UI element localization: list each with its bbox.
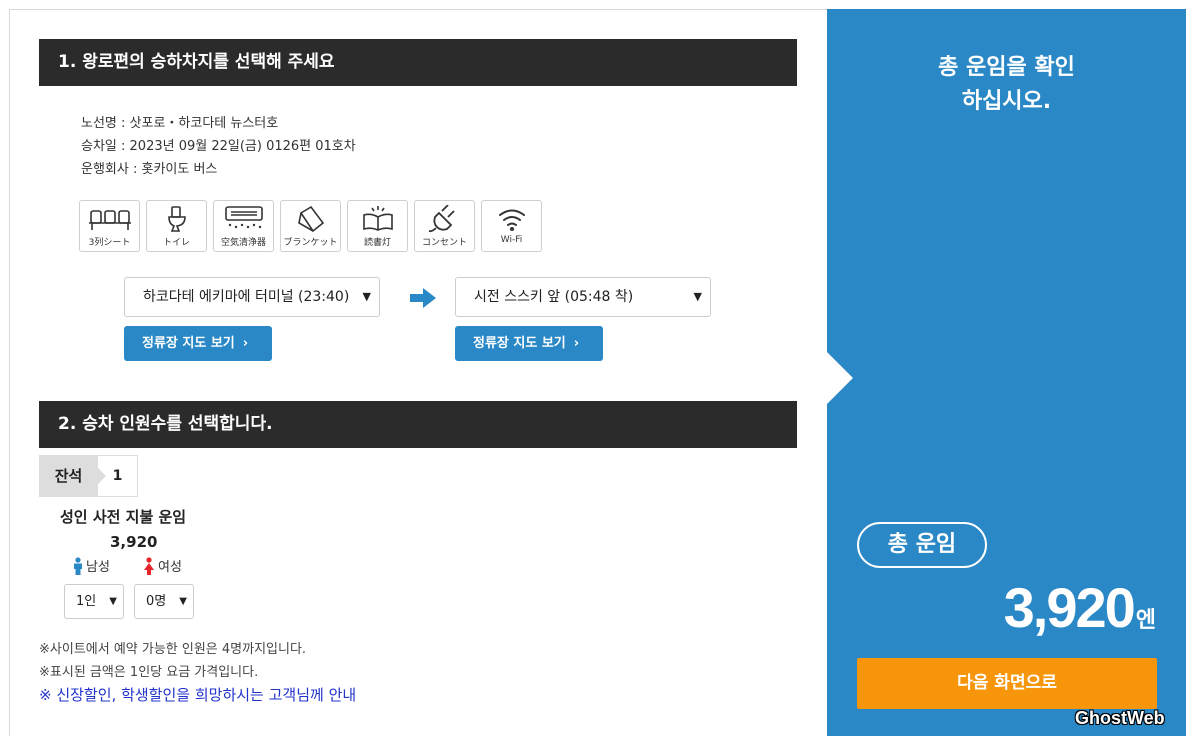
amenity-label: ブランケット [283, 238, 338, 248]
amenity-power-outlet: コンセント [414, 200, 475, 252]
male-count-select[interactable]: 1인 ▼ [64, 584, 124, 619]
power-outlet-icon [428, 205, 455, 233]
female-count-value: 0명 [146, 594, 167, 609]
arrival-map-button[interactable]: 정류장 지도 보기 › [455, 326, 603, 361]
amenity-three-row-seat: 3列シート [79, 200, 140, 252]
departure-map-button[interactable]: 정류장 지도 보기 › [124, 326, 272, 361]
amenity-toilet: トイレ [146, 200, 207, 252]
amenity-label: 3列シート [88, 238, 131, 248]
male-icon [74, 556, 82, 575]
operator-name: 운행회사 : 홋카이도 버스 [81, 162, 218, 177]
chevron-right-icon: › [242, 336, 249, 351]
three-row-seat-icon [88, 210, 131, 230]
remaining-seats-label: 잔석 [39, 455, 106, 497]
route-name: 노선명 : 삿포로・하코다테 뉴스터호 [81, 116, 279, 131]
adult-fare-value: 3,920 [110, 533, 158, 551]
female-count-select[interactable]: 0명 ▼ [134, 584, 194, 619]
fare-summary-panel: 총 운임을 확인 하십시오. 총 운임 3,920 엔 다음 화면으로 [827, 9, 1186, 736]
male-count-value: 1인 [76, 594, 97, 609]
map-button-label: 정류장 지도 보기 [142, 336, 235, 351]
chevron-right-icon: › [573, 336, 580, 351]
amenity-label: コンセント [421, 238, 467, 248]
chevron-down-icon: ▼ [179, 596, 187, 607]
amenity-label: 空気清浄器 [220, 238, 266, 248]
arrival-stop-value: 시전 스스키 앞 (05:48 착) [474, 289, 634, 305]
notes: ※사이트에서 예약 가능한 인원은 4명까지입니다. ※표시된 금액은 1인당 … [39, 638, 306, 684]
amenity-reading-light: 読書灯 [347, 200, 408, 252]
total-fare-amount: 3,920 [1003, 576, 1136, 639]
male-label: 남성 [86, 560, 110, 575]
amenity-label: Wi-Fi [500, 235, 523, 245]
female-icon [144, 556, 154, 575]
blanket-icon [297, 205, 324, 233]
amenity-air-purifier: 空気清浄器 [213, 200, 274, 252]
departure-stop-value: 하코다테 에키마에 터미널 (23:40) [143, 289, 350, 305]
total-fare-badge: 총 운임 [857, 522, 987, 568]
remaining-seats: 잔석 1 [39, 455, 138, 497]
amenity-label: トイレ [162, 238, 190, 248]
note-max-passengers: ※사이트에서 예약 가능한 인원은 4명까지입니다. [39, 642, 307, 657]
map-button-label: 정류장 지도 보기 [473, 336, 566, 351]
amenity-wifi: Wi-Fi [481, 200, 542, 252]
amenity-label: 読書灯 [363, 238, 391, 248]
male-label-group: 남성 [72, 556, 110, 575]
toilet-icon [167, 206, 186, 232]
total-fare-currency: 엔 [1135, 608, 1156, 633]
next-page-button[interactable]: 다음 화면으로 [857, 658, 1157, 709]
chevron-down-icon: ▼ [109, 596, 117, 607]
wifi-icon [498, 209, 525, 231]
female-label: 여성 [158, 560, 182, 575]
panel-notch [827, 352, 853, 404]
amenity-blanket: ブランケット [280, 200, 341, 252]
arrival-stop-select[interactable]: 시전 스스키 앞 (05:48 착) ▼ [455, 277, 711, 317]
arrow-right-icon [410, 288, 436, 308]
section2-header: 2. 승차 인원수를 선택합니다. [39, 401, 797, 448]
boarding-date: 승차일 : 2023년 09월 22일(금) 0126편 01호차 [81, 139, 356, 154]
total-fare: 3,920 엔 [1004, 575, 1156, 640]
chevron-down-icon: ▼ [693, 290, 702, 303]
air-purifier-icon [224, 206, 263, 229]
watermark: GhostWeb [1075, 708, 1165, 728]
section1-header: 1. 왕로편의 승하차지를 선택해 주세요 [39, 39, 797, 86]
amenity-list: 3列シート トイレ 空気清浄器 ブランケット 読書灯 コンセント Wi-Fi [79, 200, 542, 252]
route-info: 노선명 : 삿포로・하코다테 뉴스터호 승차일 : 2023년 09월 22일(… [81, 112, 356, 181]
confirm-message-line2: 하십시오. [961, 89, 1052, 114]
adult-fare-title: 성인 사전 지불 운임 [60, 508, 187, 526]
chevron-down-icon: ▼ [362, 290, 371, 303]
reading-light-icon [362, 206, 393, 231]
departure-stop-select[interactable]: 하코다테 에키마에 터미널 (23:40) ▼ [124, 277, 380, 317]
female-label-group: 여성 [142, 556, 182, 575]
confirm-message-line1: 총 운임을 확인 [938, 55, 1075, 80]
note-price-per-person: ※표시된 금액은 1인당 요금 가격입니다. [39, 665, 259, 680]
confirm-message: 총 운임을 확인 하십시오. [827, 51, 1186, 119]
discount-info-link[interactable]: ※ 신장할인, 학생할인을 희망하시는 고객님께 안내 [39, 684, 356, 705]
